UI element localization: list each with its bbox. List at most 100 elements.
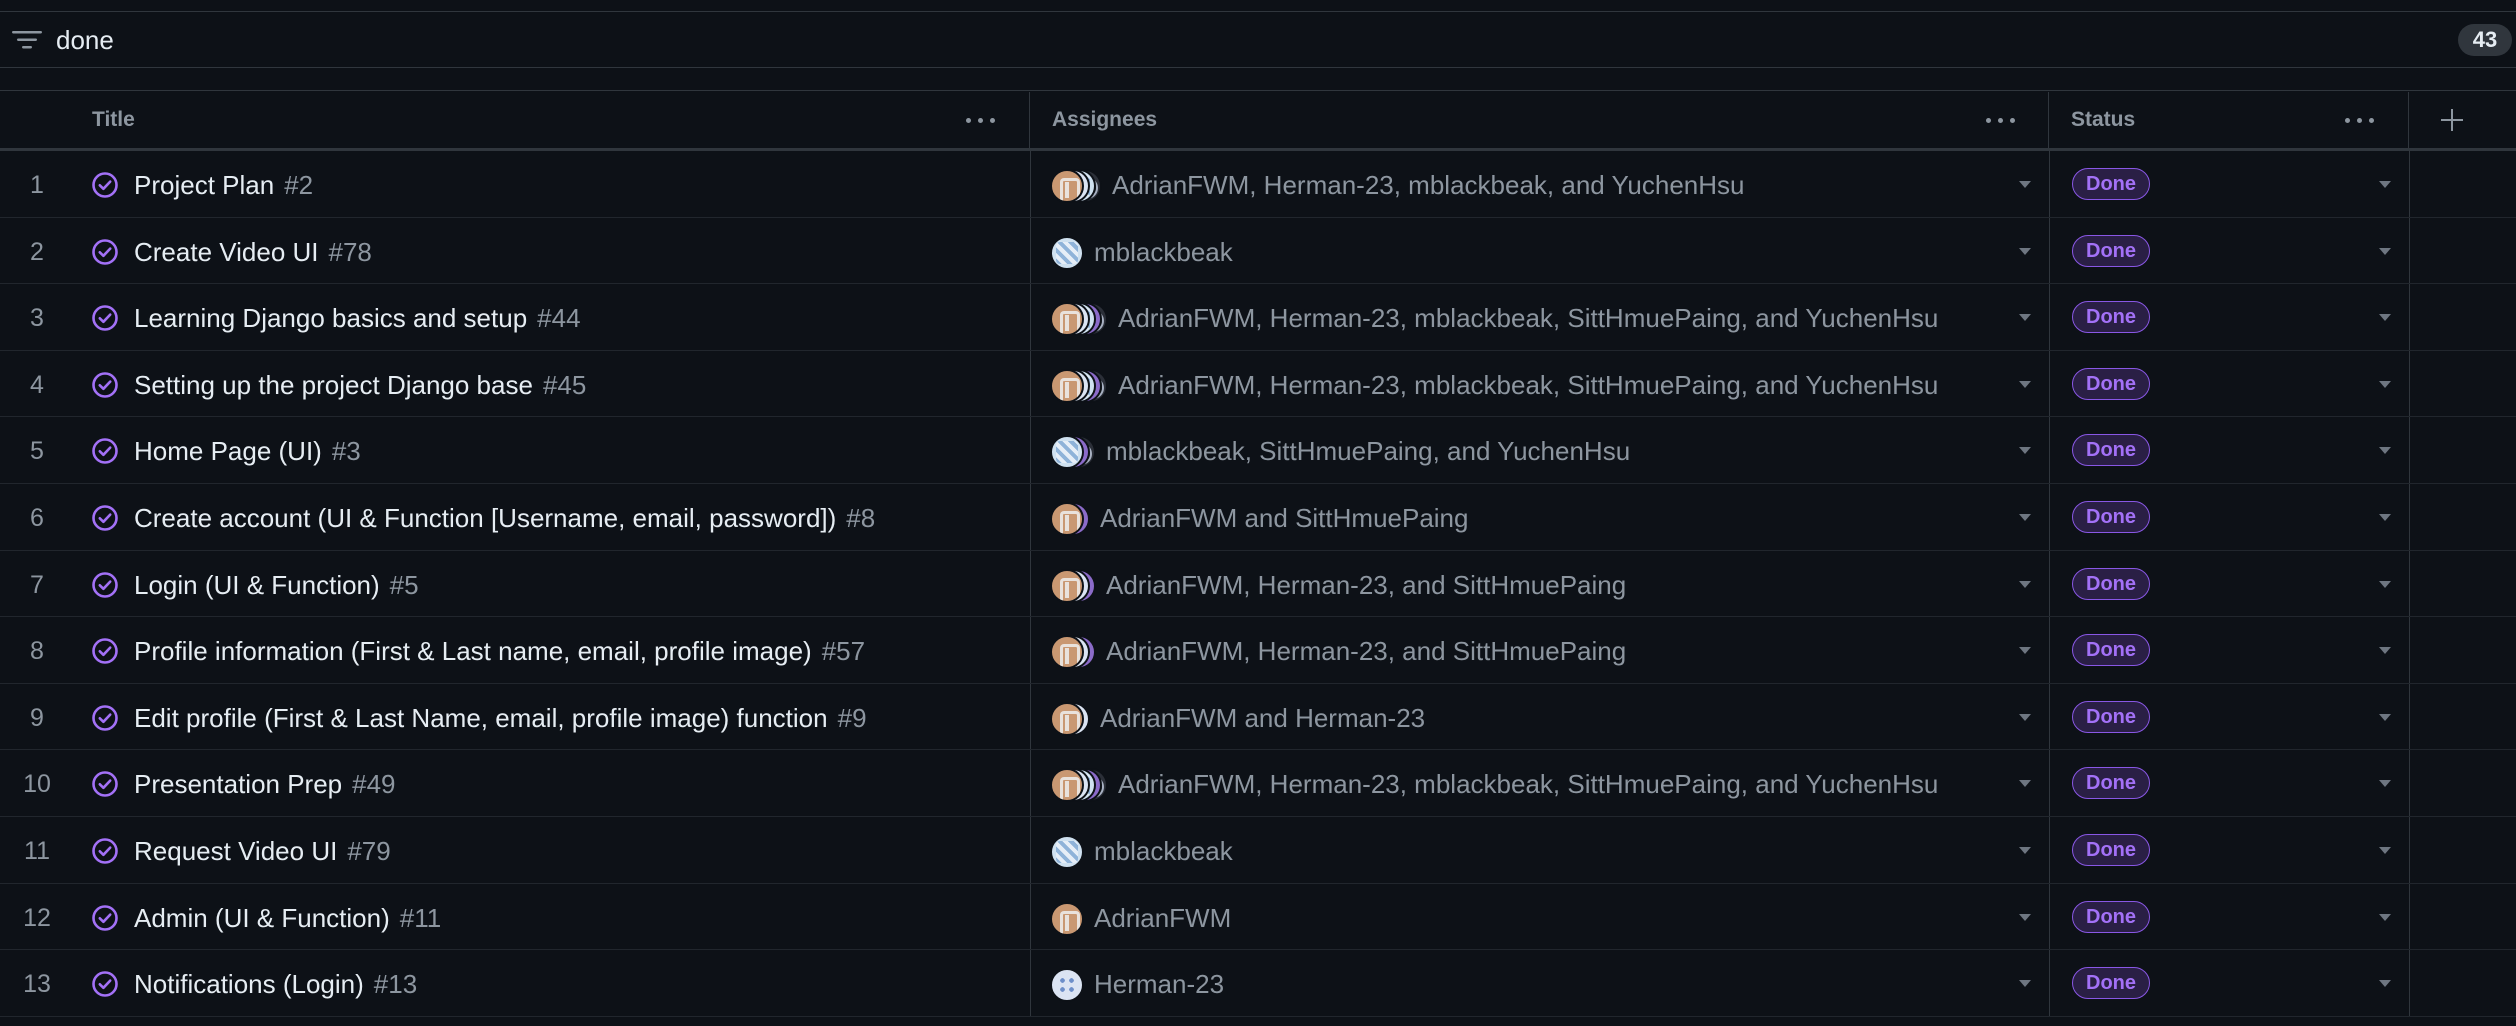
table-row[interactable]: 12 Admin (UI & Function) #11 AdrianFWM Done bbox=[0, 883, 2516, 951]
status-dropdown-icon[interactable] bbox=[2379, 913, 2391, 921]
column-header-status[interactable]: Status bbox=[2049, 92, 2409, 148]
status-badge[interactable]: Done bbox=[2072, 301, 2150, 334]
assignees-dropdown-icon[interactable] bbox=[2019, 713, 2031, 721]
table-row[interactable]: 1 Project Plan #2 AdrianFWM, Herman-23, mbl… bbox=[0, 151, 2516, 218]
table-row[interactable]: 10 Presentation Prep #49 AdrianFWM, Herman-… bbox=[0, 750, 2516, 817]
status-badge[interactable]: Done bbox=[2072, 834, 2150, 866]
status-dropdown-icon[interactable] bbox=[2379, 181, 2391, 188]
column-title-menu-icon[interactable] bbox=[964, 106, 1000, 134]
assignees-dropdown-icon[interactable] bbox=[2019, 580, 2031, 588]
status-badge[interactable]: Done bbox=[2072, 567, 2150, 600]
spacer bbox=[0, 69, 2516, 91]
row-number: 5 bbox=[30, 437, 44, 466]
column-divider bbox=[2049, 617, 2050, 683]
assignee-names: AdrianFWM bbox=[1094, 902, 1232, 933]
issue-closed-icon bbox=[91, 637, 119, 665]
status-badge[interactable]: Done bbox=[2072, 501, 2150, 533]
assignees-dropdown-icon[interactable] bbox=[2019, 314, 2031, 322]
status-badge[interactable]: Done bbox=[2072, 967, 2150, 1000]
issue-title-link[interactable]: Notifications (Login) #13 bbox=[134, 969, 417, 999]
assignees-dropdown-icon[interactable] bbox=[2019, 980, 2031, 988]
status-dropdown-icon[interactable] bbox=[2379, 847, 2391, 854]
column-divider bbox=[1030, 883, 1031, 950]
column-header-status-label: Status bbox=[2071, 108, 2136, 131]
table-row[interactable]: 11 Request Video UI #79 mblackbeak Done bbox=[0, 817, 2516, 884]
issue-title-link[interactable]: Setting up the project Django base #45 bbox=[134, 370, 586, 400]
issue-title-link[interactable]: Home Page (UI) #3 bbox=[134, 436, 361, 466]
issue-title-link[interactable]: Create account (UI & Function [Username,… bbox=[134, 503, 875, 533]
column-header-title[interactable]: Title bbox=[0, 92, 1030, 148]
assignee-names: AdrianFWM, Herman-23, and SittHmuePaing bbox=[1106, 569, 1627, 600]
issue-title-link[interactable]: Create Video UI #78 bbox=[134, 237, 372, 267]
assignees-dropdown-icon[interactable] bbox=[2019, 647, 2031, 655]
column-divider bbox=[2049, 750, 2050, 816]
row-number: 4 bbox=[30, 370, 44, 399]
assignees-dropdown-icon[interactable] bbox=[2019, 847, 2031, 854]
assignees-dropdown-icon[interactable] bbox=[2019, 514, 2031, 521]
assignees-dropdown-icon[interactable] bbox=[2019, 247, 2031, 255]
avatar bbox=[1050, 235, 1084, 270]
column-divider bbox=[2409, 417, 2410, 483]
column-header-assignees[interactable]: Assignees bbox=[1030, 92, 2049, 148]
filter-bar[interactable]: done 43 bbox=[0, 12, 2516, 68]
table-row[interactable]: 2 Create Video UI #78 mblackbeak Done bbox=[0, 217, 2516, 285]
issue-closed-icon bbox=[91, 837, 119, 865]
assignees-dropdown-icon[interactable] bbox=[2019, 913, 2031, 921]
status-badge[interactable]: Done bbox=[2072, 700, 2150, 733]
issue-number: #45 bbox=[542, 369, 587, 400]
status-badge[interactable]: Done bbox=[2072, 434, 2150, 467]
column-divider bbox=[2409, 950, 2410, 1016]
column-status-menu-icon[interactable] bbox=[2343, 106, 2379, 134]
status-badge[interactable]: Done bbox=[2072, 367, 2150, 400]
column-divider bbox=[2049, 550, 2050, 617]
column-divider bbox=[2049, 284, 2050, 350]
issue-title-link[interactable]: Edit profile (First & Last Name, email, … bbox=[134, 703, 867, 733]
status-badge[interactable]: Done bbox=[2072, 767, 2150, 800]
table-row[interactable]: 6 Create account (UI & Function [Username… bbox=[0, 484, 2516, 551]
row-number: 6 bbox=[30, 504, 44, 532]
assignees-dropdown-icon[interactable] bbox=[2019, 447, 2031, 455]
table-row[interactable]: 8 Profile information (First & Last name,… bbox=[0, 617, 2516, 684]
issue-title-link[interactable]: Presentation Prep #49 bbox=[134, 769, 396, 799]
status-badge[interactable]: Done bbox=[2072, 168, 2150, 200]
avatar bbox=[1050, 768, 1084, 803]
avatar bbox=[1050, 635, 1084, 670]
status-badge[interactable]: Done bbox=[2072, 900, 2150, 933]
status-dropdown-icon[interactable] bbox=[2379, 247, 2391, 255]
issue-title-link[interactable]: Admin (UI & Function) #11 bbox=[134, 903, 441, 933]
status-badge[interactable]: Done bbox=[2072, 234, 2150, 267]
status-dropdown-icon[interactable] bbox=[2379, 314, 2391, 322]
table-row[interactable]: 9 Edit profile (First & Last Name, email,… bbox=[0, 683, 2516, 751]
add-field-plus-icon[interactable] bbox=[2432, 100, 2472, 140]
status-dropdown-icon[interactable] bbox=[2379, 780, 2391, 788]
table-row[interactable]: 5 Home Page (UI) #3 mblackbeak, SittHmuePai… bbox=[0, 417, 2516, 484]
table-row[interactable]: 13 Notifications (Login) #13 Herman-23 Done bbox=[0, 950, 2516, 1017]
table-row[interactable]: 4 Setting up the project Django base #45 Ad… bbox=[0, 350, 2516, 418]
filter-icon[interactable] bbox=[12, 30, 42, 50]
issue-title-link[interactable]: Request Video UI #79 bbox=[134, 836, 391, 866]
column-assignees-menu-icon[interactable] bbox=[1984, 106, 2020, 134]
column-divider bbox=[2049, 151, 2050, 217]
status-dropdown-icon[interactable] bbox=[2379, 447, 2391, 455]
issue-title-text: Home Page (UI) bbox=[134, 436, 322, 467]
table-row[interactable]: 3 Learning Django basics and setup #44 Adri… bbox=[0, 284, 2516, 351]
issue-closed-icon bbox=[91, 770, 119, 798]
status-dropdown-icon[interactable] bbox=[2379, 380, 2391, 388]
assignees-dropdown-icon[interactable] bbox=[2019, 780, 2031, 788]
status-dropdown-icon[interactable] bbox=[2379, 647, 2391, 655]
issue-title-link[interactable]: Profile information (First & Last name, … bbox=[134, 636, 865, 666]
status-dropdown-icon[interactable] bbox=[2379, 514, 2391, 521]
status-badge[interactable]: Done bbox=[2072, 634, 2150, 667]
table-row[interactable]: 7 Login (UI & Function) #5 AdrianFWM, Herma… bbox=[0, 550, 2516, 618]
avatar bbox=[1050, 302, 1084, 337]
issue-title-link[interactable]: Login (UI & Function) #5 bbox=[134, 570, 419, 600]
assignees-dropdown-icon[interactable] bbox=[2019, 181, 2031, 188]
status-dropdown-icon[interactable] bbox=[2379, 713, 2391, 721]
status-dropdown-icon[interactable] bbox=[2379, 980, 2391, 988]
assignees-dropdown-icon[interactable] bbox=[2019, 380, 2031, 388]
issue-title-link[interactable]: Project Plan #2 bbox=[134, 170, 313, 200]
issue-title-link[interactable]: Learning Django basics and setup #44 bbox=[134, 303, 581, 333]
issue-closed-icon bbox=[91, 571, 119, 599]
filter-query-input[interactable]: done bbox=[56, 26, 114, 54]
status-dropdown-icon[interactable] bbox=[2379, 580, 2391, 588]
